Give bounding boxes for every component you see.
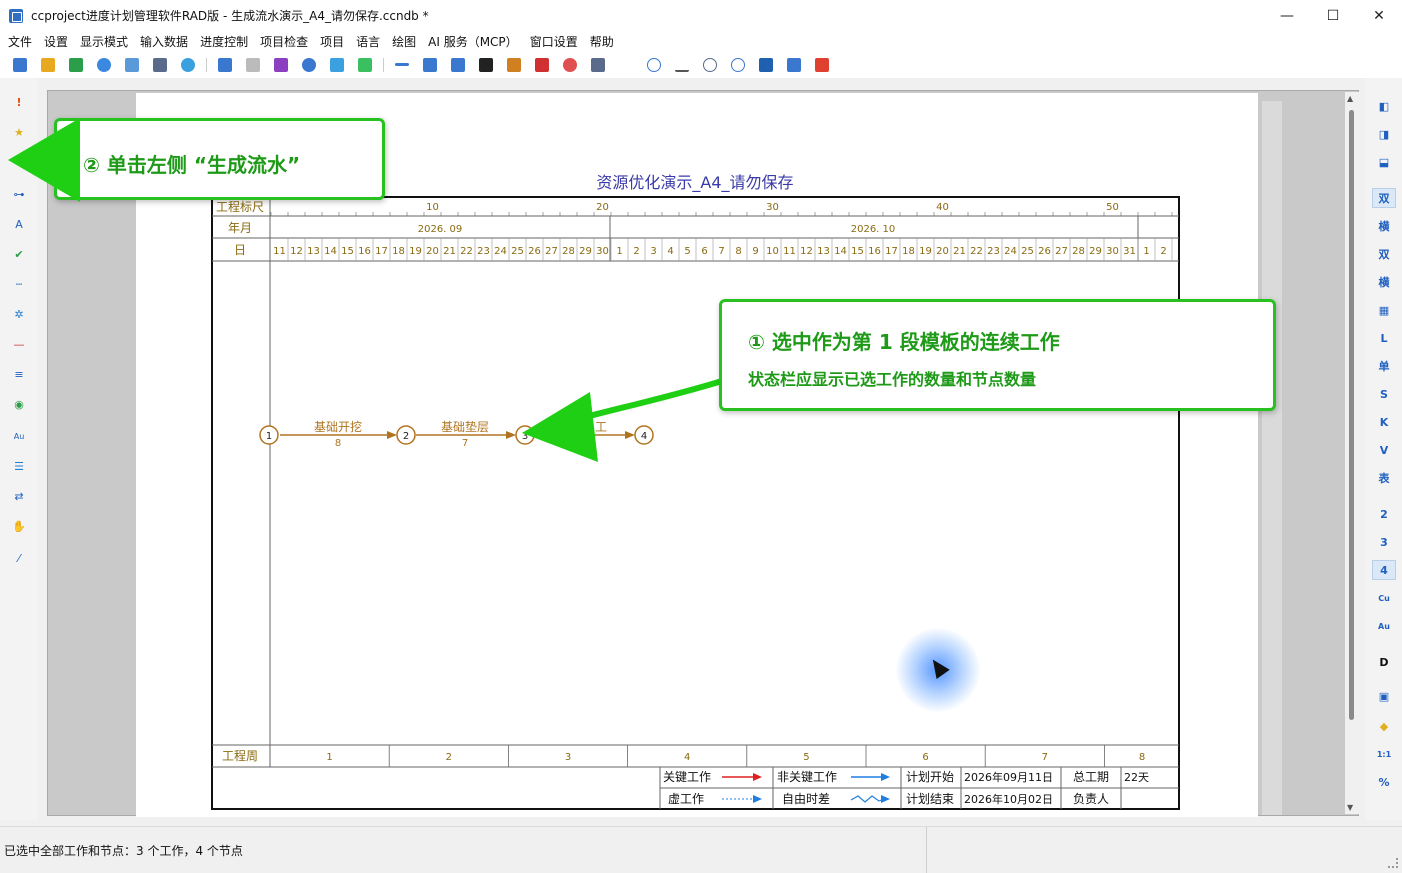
callout-right-title: ① 选中作为第 1 段模板的连续工作 — [748, 330, 1060, 354]
arrow-left-icon — [8, 118, 80, 202]
status-divider — [926, 827, 927, 873]
callout-arrows — [8, 118, 723, 462]
callout-right-subtitle: 状态栏应显示已选工作的数量和节点数量 — [748, 370, 1037, 389]
status-bar: 已选中全部工作和节点：3 个工作，4 个节点 — [0, 826, 1402, 873]
resize-grip-icon[interactable] — [1388, 858, 1398, 868]
callout-right: ① 选中作为第 1 段模板的连续工作 状态栏应显示已选工作的数量和节点数量 — [719, 299, 1276, 411]
status-text: 已选中全部工作和节点：3 个工作，4 个节点 — [4, 844, 243, 858]
arrow-head-icon — [522, 392, 598, 462]
